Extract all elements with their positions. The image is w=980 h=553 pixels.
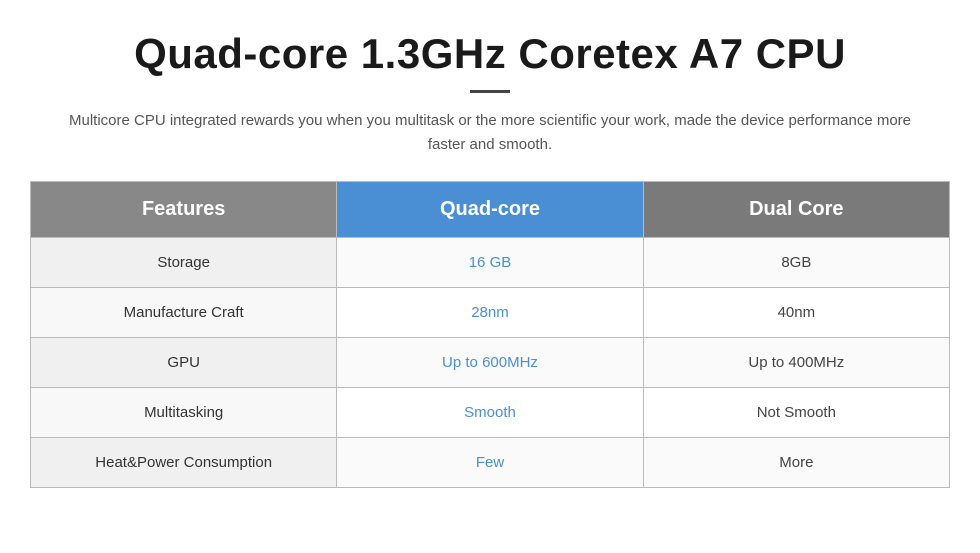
col-header-quadcore: Quad-core — [337, 182, 643, 238]
title-divider — [470, 90, 510, 93]
quadcore-value: Up to 600MHz — [337, 338, 643, 388]
page-subtitle: Multicore CPU integrated rewards you whe… — [30, 109, 950, 157]
dualcore-value: 40nm — [643, 288, 949, 338]
feature-label: Multitasking — [31, 388, 337, 438]
table-row: Manufacture Craft28nm40nm — [31, 288, 950, 338]
dualcore-value: Not Smooth — [643, 388, 949, 438]
page-container: Quad-core 1.3GHz Coretex A7 CPU Multicor… — [0, 0, 980, 508]
table-row: GPUUp to 600MHzUp to 400MHz — [31, 338, 950, 388]
quadcore-value: 16 GB — [337, 238, 643, 288]
quadcore-value: Few — [337, 438, 643, 488]
table-row: Storage16 GB8GB — [31, 238, 950, 288]
comparison-table: Features Quad-core Dual Core Storage16 G… — [30, 181, 950, 488]
col-header-features: Features — [31, 182, 337, 238]
feature-label: Storage — [31, 238, 337, 288]
table-row: Heat&Power ConsumptionFewMore — [31, 438, 950, 488]
page-title: Quad-core 1.3GHz Coretex A7 CPU — [30, 30, 950, 78]
dualcore-value: 8GB — [643, 238, 949, 288]
feature-label: Manufacture Craft — [31, 288, 337, 338]
feature-label: Heat&Power Consumption — [31, 438, 337, 488]
table-row: MultitaskingSmoothNot Smooth — [31, 388, 950, 438]
quadcore-value: Smooth — [337, 388, 643, 438]
feature-label: GPU — [31, 338, 337, 388]
quadcore-value: 28nm — [337, 288, 643, 338]
table-header-row: Features Quad-core Dual Core — [31, 182, 950, 238]
dualcore-value: More — [643, 438, 949, 488]
col-header-dualcore: Dual Core — [643, 182, 949, 238]
table-body: Storage16 GB8GBManufacture Craft28nm40nm… — [31, 238, 950, 488]
dualcore-value: Up to 400MHz — [643, 338, 949, 388]
